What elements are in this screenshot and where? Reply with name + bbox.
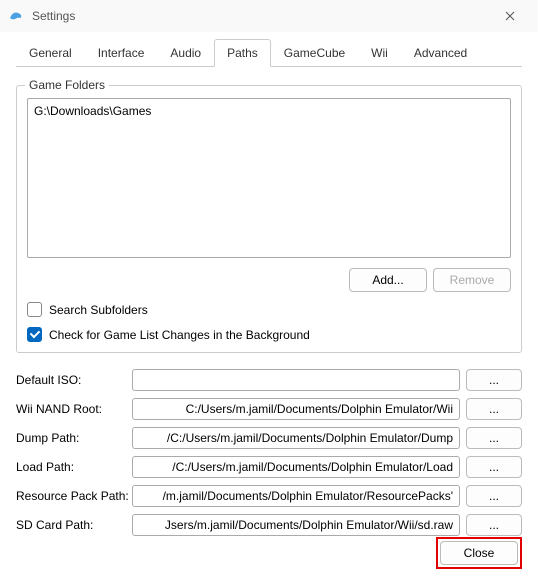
tab-gamecube[interactable]: GameCube bbox=[271, 39, 358, 67]
dump-path-label: Dump Path: bbox=[16, 431, 126, 445]
search-subfolders-row: Search Subfolders bbox=[27, 302, 511, 317]
tab-interface[interactable]: Interface bbox=[85, 39, 158, 67]
list-item[interactable]: G:\Downloads\Games bbox=[34, 103, 504, 119]
check-background-row: Check for Game List Changes in the Backg… bbox=[27, 327, 511, 342]
resource-pack-path-browse-button[interactable]: ... bbox=[466, 485, 522, 507]
dialog-footer: Close bbox=[420, 533, 538, 573]
dolphin-icon bbox=[8, 8, 24, 24]
tab-paths[interactable]: Paths bbox=[214, 39, 271, 67]
sd-card-path-input[interactable] bbox=[132, 514, 460, 536]
dump-path-input[interactable] bbox=[132, 427, 460, 449]
game-folders-group: Game Folders G:\Downloads\Games Add... R… bbox=[16, 85, 522, 353]
resource-pack-path-label: Resource Pack Path: bbox=[16, 489, 126, 503]
window-title: Settings bbox=[32, 9, 490, 23]
add-button[interactable]: Add... bbox=[349, 268, 427, 292]
load-path-label: Load Path: bbox=[16, 460, 126, 474]
default-iso-label: Default ISO: bbox=[16, 373, 126, 387]
sd-card-path-label: SD Card Path: bbox=[16, 518, 126, 532]
tab-audio[interactable]: Audio bbox=[157, 39, 214, 67]
load-path-browse-button[interactable]: ... bbox=[466, 456, 522, 478]
search-subfolders-label: Search Subfolders bbox=[49, 303, 148, 317]
titlebar: Settings bbox=[0, 0, 538, 32]
window-close-button[interactable] bbox=[490, 2, 530, 30]
close-highlight: Close bbox=[436, 537, 522, 569]
game-folders-listbox[interactable]: G:\Downloads\Games bbox=[27, 98, 511, 258]
tab-general[interactable]: General bbox=[16, 39, 85, 67]
wii-nand-root-input[interactable] bbox=[132, 398, 460, 420]
load-path-input[interactable] bbox=[132, 456, 460, 478]
tab-advanced[interactable]: Advanced bbox=[401, 39, 480, 67]
remove-button[interactable]: Remove bbox=[433, 268, 511, 292]
default-iso-browse-button[interactable]: ... bbox=[466, 369, 522, 391]
tab-bar: General Interface Audio Paths GameCube W… bbox=[16, 38, 522, 67]
check-background-checkbox[interactable] bbox=[27, 327, 42, 342]
content-area: General Interface Audio Paths GameCube W… bbox=[0, 32, 538, 548]
wii-nand-root-label: Wii NAND Root: bbox=[16, 402, 126, 416]
game-folders-legend: Game Folders bbox=[25, 78, 109, 92]
folder-buttons-row: Add... Remove bbox=[27, 268, 511, 292]
resource-pack-path-input[interactable] bbox=[132, 485, 460, 507]
dump-path-browse-button[interactable]: ... bbox=[466, 427, 522, 449]
close-button[interactable]: Close bbox=[440, 541, 518, 565]
paths-panel: Game Folders G:\Downloads\Games Add... R… bbox=[16, 67, 522, 536]
tab-wii[interactable]: Wii bbox=[358, 39, 401, 67]
check-background-label: Check for Game List Changes in the Backg… bbox=[49, 328, 310, 342]
search-subfolders-checkbox[interactable] bbox=[27, 302, 42, 317]
default-iso-input[interactable] bbox=[132, 369, 460, 391]
close-icon bbox=[505, 11, 515, 21]
wii-nand-root-browse-button[interactable]: ... bbox=[466, 398, 522, 420]
path-grid: Default ISO: ... Wii NAND Root: ... Dump… bbox=[16, 369, 522, 536]
